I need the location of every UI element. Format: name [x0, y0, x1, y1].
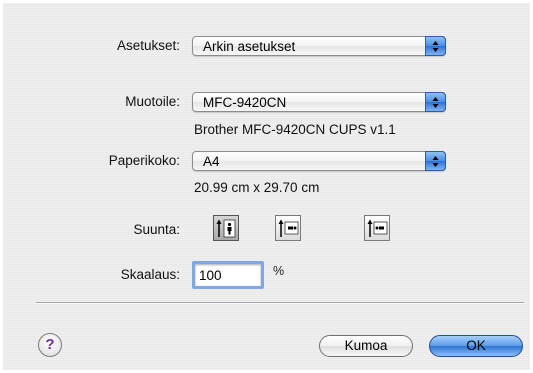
page-setup-dialog: Asetukset: Arkin asetukset Muotoile: MFC… — [3, 3, 530, 370]
settings-value: Arkin asetukset — [203, 39, 296, 54]
separator — [36, 302, 524, 304]
scale-unit: % — [273, 264, 285, 278]
popup-arrows-icon — [425, 151, 446, 171]
paper-size-label: Paperikoko: — [108, 153, 180, 168]
format-for-popup[interactable]: MFC-9420CN — [192, 92, 446, 112]
printer-description: Brother MFC-9420CN CUPS v1.1 — [194, 122, 396, 137]
scale-label: Skaalaus: — [120, 267, 180, 282]
landscape-reversed-orientation-button[interactable] — [364, 215, 390, 241]
settings-popup[interactable]: Arkin asetukset — [192, 36, 446, 56]
cancel-button[interactable]: Kumoa — [319, 335, 413, 357]
portrait-orientation-button[interactable] — [213, 215, 239, 241]
format-for-label: Muotoile: — [125, 94, 180, 109]
portrait-orientation-icon — [216, 219, 236, 238]
help-icon: ? — [45, 336, 55, 353]
landscape-orientation-icon — [278, 219, 299, 237]
scale-input[interactable] — [192, 261, 264, 289]
popup-arrows-icon — [425, 92, 446, 112]
landscape-reversed-orientation-icon — [367, 219, 388, 237]
landscape-orientation-button[interactable] — [275, 215, 301, 241]
orientation-label: Suunta: — [133, 222, 180, 237]
format-for-value: MFC-9420CN — [203, 95, 287, 110]
paper-dimensions: 20.99 cm x 29.70 cm — [194, 180, 320, 195]
help-button[interactable]: ? — [38, 333, 62, 357]
popup-arrows-icon — [425, 36, 446, 56]
ok-button[interactable]: OK — [429, 335, 523, 357]
paper-size-value: A4 — [203, 154, 220, 169]
paper-size-popup[interactable]: A4 — [192, 151, 446, 171]
settings-label: Asetukset: — [116, 38, 180, 53]
